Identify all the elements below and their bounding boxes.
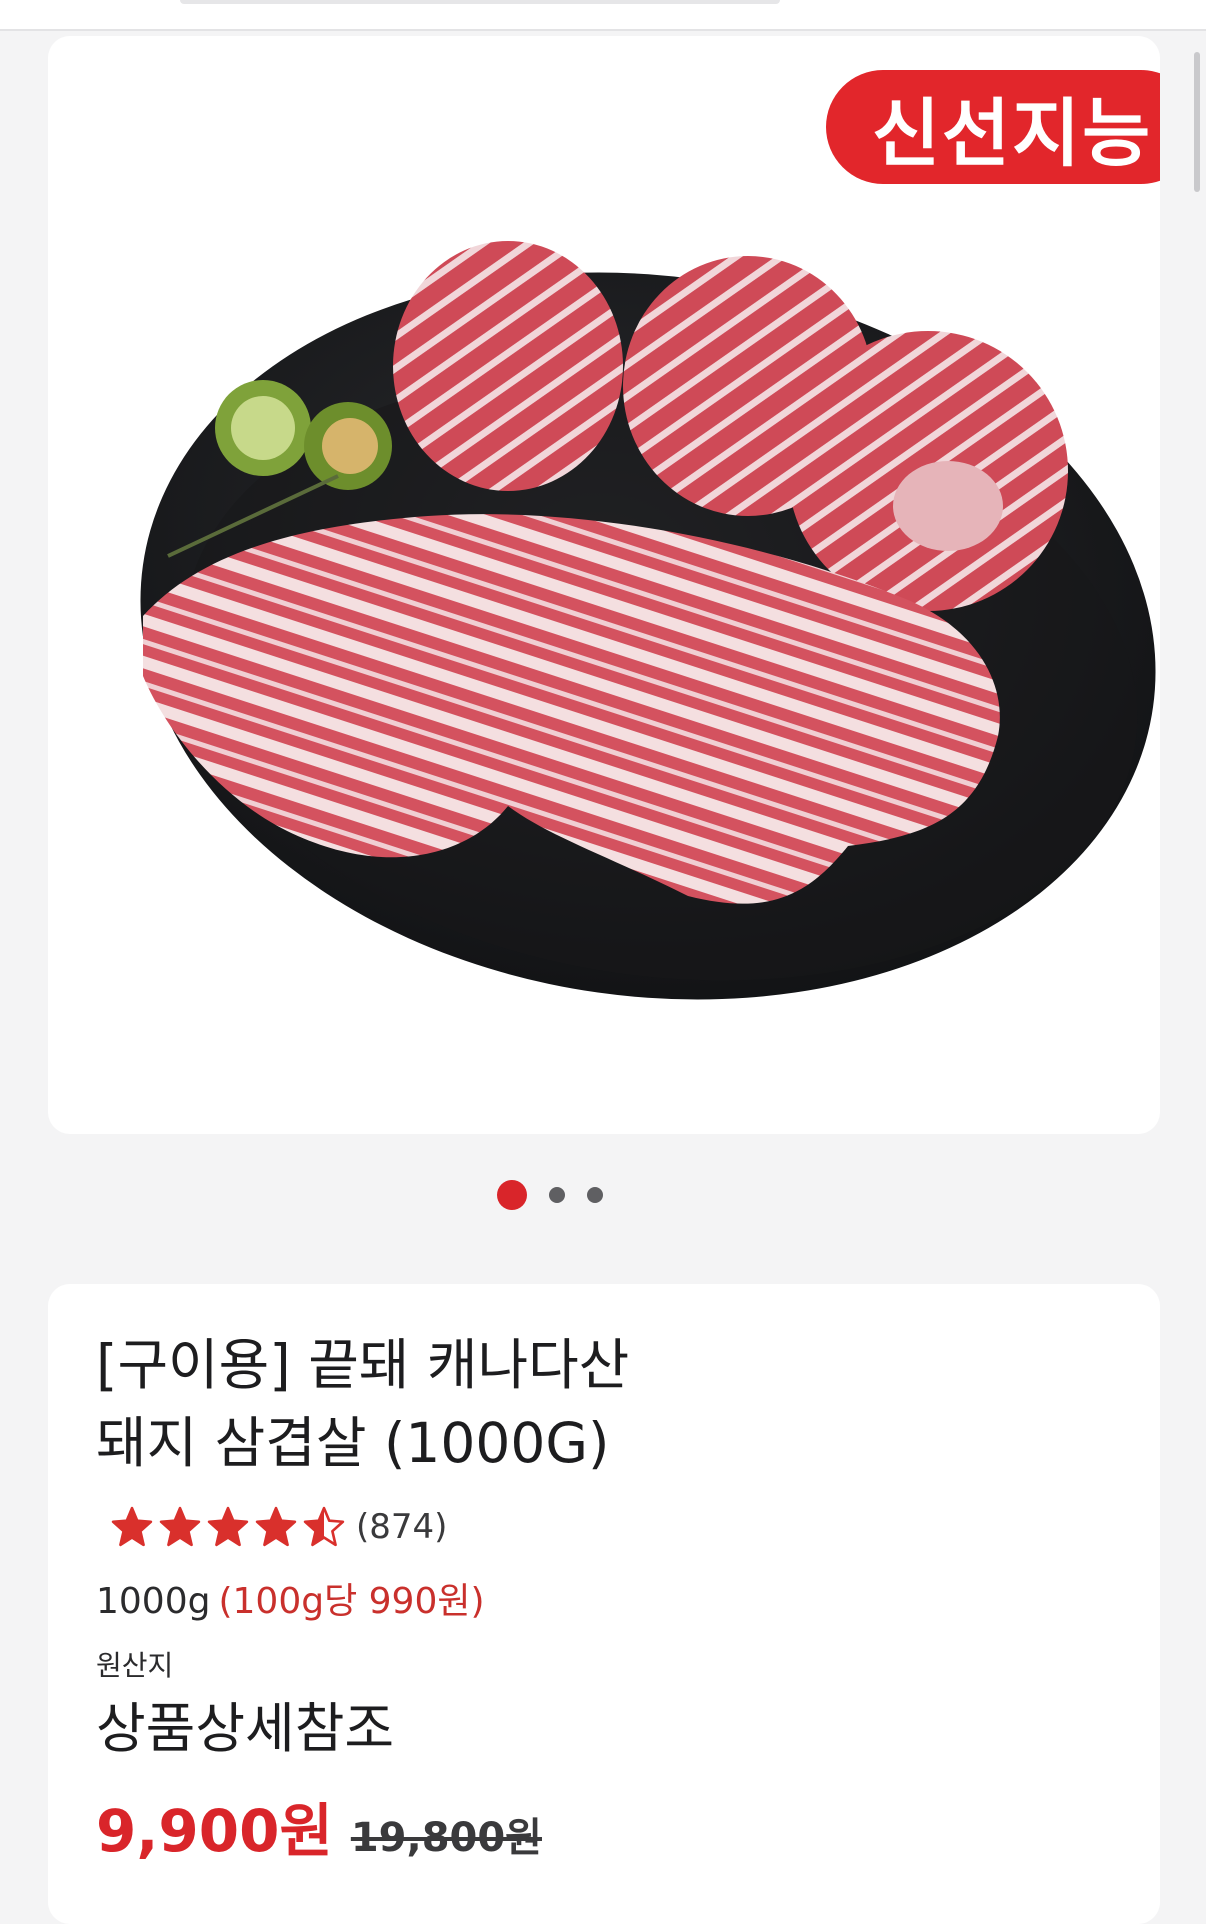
search-bar-edge[interactable] bbox=[180, 0, 780, 4]
product-title-line1: [구이용] 끝돼 캐나다산 bbox=[96, 1333, 630, 1397]
sale-price: 9,900원 bbox=[96, 1797, 333, 1865]
original-price: 19,800원 bbox=[350, 1815, 542, 1861]
product-image-card[interactable]: 신선지능 bbox=[48, 36, 1160, 1134]
price-row: 9,900원 19,800원 bbox=[96, 1784, 542, 1868]
origin-label: 원산지 bbox=[96, 1649, 174, 1682]
half-star-icon bbox=[303, 1506, 345, 1547]
star-icon bbox=[207, 1506, 249, 1547]
product-weight: 1000g bbox=[96, 1581, 211, 1622]
product-title-line2: 돼지 삼겹살 (1000G) bbox=[96, 1411, 610, 1475]
carousel-dots bbox=[0, 1180, 1100, 1210]
star-icon bbox=[111, 1506, 153, 1547]
fresh-badge: 신선지능 bbox=[826, 70, 1160, 184]
product-info-card: [구이용] 끝돼 캐나다산 돼지 삼겹살 (1000G) (874) 1000g… bbox=[48, 1284, 1160, 1924]
rating-stars bbox=[110, 1506, 346, 1548]
carousel-dot-2[interactable] bbox=[549, 1187, 565, 1203]
top-bar bbox=[0, 0, 1206, 31]
star-icon bbox=[159, 1506, 201, 1547]
weight-row: 1000g (100g당 990원) bbox=[96, 1572, 485, 1624]
star-icon bbox=[255, 1506, 297, 1547]
scrollbar[interactable] bbox=[1194, 52, 1200, 192]
origin-value: 상품상세참조 bbox=[96, 1697, 395, 1760]
product-title: [구이용] 끝돼 캐나다산 돼지 삼겹살 (1000G) bbox=[96, 1326, 796, 1482]
unit-price: (100g당 990원) bbox=[218, 1581, 485, 1622]
review-count[interactable]: (874) bbox=[356, 1507, 447, 1547]
rating-row[interactable]: (874) bbox=[110, 1502, 447, 1552]
carousel-dot-3[interactable] bbox=[587, 1187, 603, 1203]
product-image-pork-belly bbox=[140, 241, 1156, 1000]
carousel-dot-1[interactable] bbox=[497, 1180, 527, 1210]
